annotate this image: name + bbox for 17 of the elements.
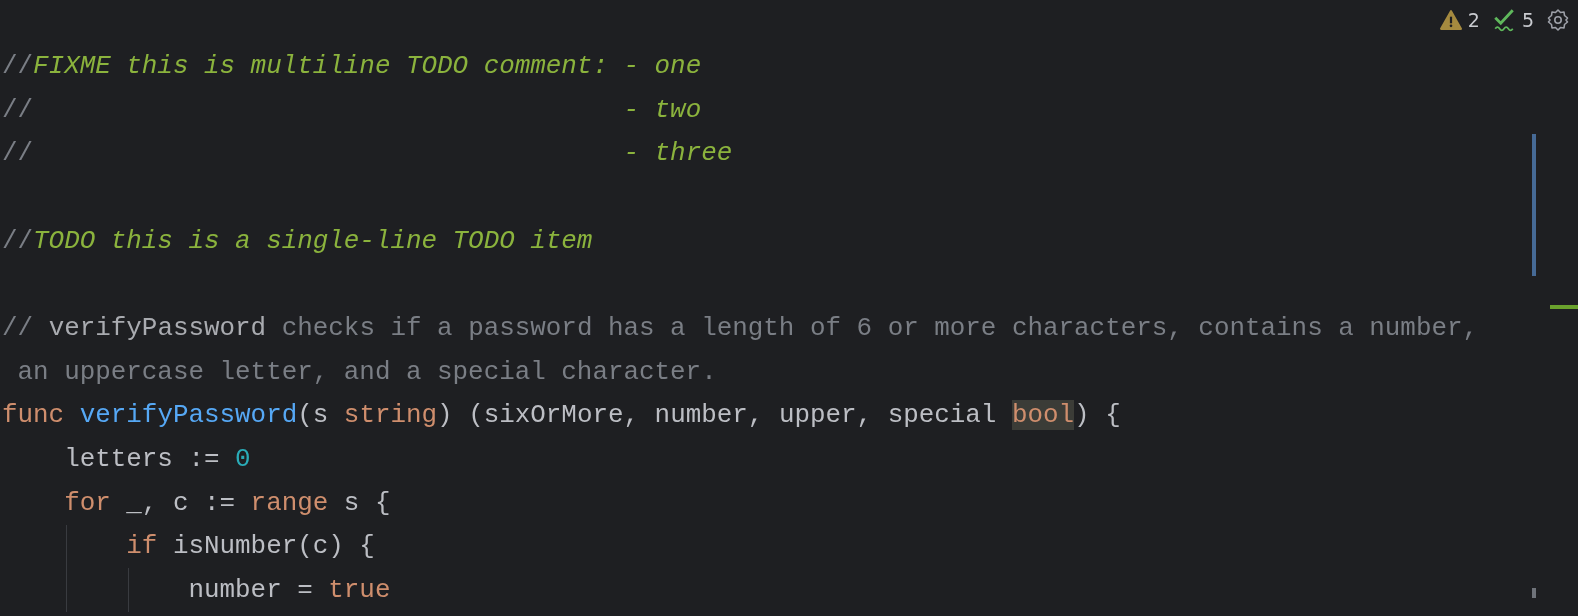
settings-icon[interactable] [1546,8,1570,32]
change-marker [1550,305,1578,309]
code-line: an uppercase letter, and a special character. [16,355,717,389]
code-line: if isNumber(c) { [125,530,375,564]
warning-icon[interactable] [1439,9,1462,31]
code-line: //FIXME this is multiline TODO comment: - one [2,49,702,83]
inspection-count: 5 [1521,9,1534,31]
code-line: number = true [187,574,391,608]
scrollbar-thumb[interactable] [1532,588,1536,598]
code-line: letters := 0 [63,443,251,477]
code-line: //TODO this is a single-line TODO item [2,224,593,258]
code-line: func verifyPassword(s string) (sixOrMore, number, upper, special bool) { [2,399,1121,433]
inspection-count: 2 [1467,9,1480,31]
code-line: for _, c := range s { [63,486,391,520]
code-line: // verifyPassword checks if a password has a length of 6 or more characters, contains a number, [2,311,1479,345]
code-line: // - two [2,93,702,127]
code-line: // - three [2,137,733,171]
